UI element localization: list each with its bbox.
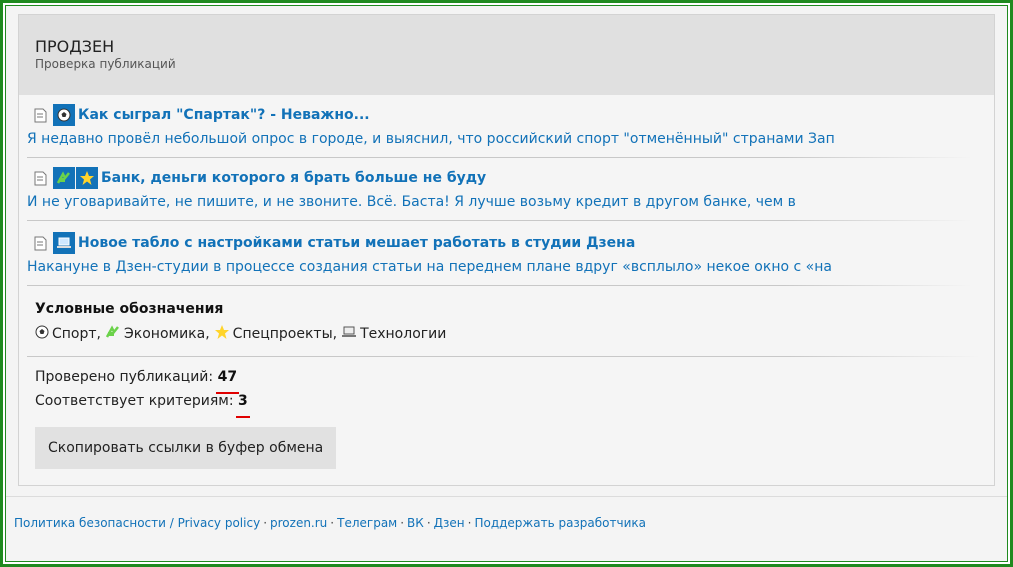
footer-separator: ·: [330, 516, 335, 530]
results-panel: ПРОДЗЕН Проверка публикаций Как сыграл "…: [18, 14, 995, 486]
footer-link-vk[interactable]: ВК: [407, 516, 424, 530]
footer-link-support[interactable]: Поддержать разработчика: [474, 516, 646, 530]
technology-icon: [341, 325, 357, 343]
matching-count-value: 3: [236, 389, 250, 418]
legend: Условные обозначения Спорт, Экономика, С…: [19, 286, 994, 344]
footer-separator: ·: [467, 516, 472, 530]
footer-divider: [6, 496, 1007, 497]
footer: Политика безопасности / Privacy policy · p…: [14, 516, 646, 530]
legend-label: Спецпроекты,: [232, 326, 338, 342]
page-frame: ПРОДЗЕН Проверка публикаций Как сыграл "…: [5, 5, 1008, 562]
footer-link-site[interactable]: prozen.ru: [270, 516, 327, 530]
legend-label: Экономика,: [124, 326, 210, 342]
footer-separator: ·: [263, 516, 268, 530]
matching-count-label: Соответствует критериям:: [35, 393, 234, 409]
footer-separator: ·: [400, 516, 405, 530]
legend-label: Технологии: [360, 326, 447, 342]
document-icon: [33, 108, 48, 123]
checked-count-row: Проверено публикаций: 47: [35, 365, 978, 394]
technology-icon: [53, 232, 75, 254]
checked-count-value: 47: [215, 365, 240, 394]
footer-link-privacy[interactable]: Политика безопасности / Privacy policy: [14, 516, 260, 530]
document-icon: [33, 171, 48, 186]
article-title-link[interactable]: Новое табло с настройками статьи мешает …: [78, 235, 635, 251]
footer-link-dzen[interactable]: Дзен: [434, 516, 465, 530]
legend-label: Спорт,: [52, 326, 101, 342]
article-item: Как сыграл "Спартак"? - Неважно... Я нед…: [19, 95, 994, 158]
economy-icon: [53, 167, 75, 189]
special-projects-icon: [214, 324, 230, 344]
article-title-row: Как сыграл "Спартак"? - Неважно...: [33, 104, 986, 126]
footer-separator: ·: [426, 516, 431, 530]
panel-header: ПРОДЗЕН Проверка публикаций: [19, 15, 994, 95]
article-item: Банк, деньги которого я брать больше не …: [19, 158, 994, 221]
stats: Проверено публикаций: 47 Соответствует к…: [19, 357, 994, 418]
footer-link-telegram[interactable]: Телеграм: [337, 516, 397, 530]
copy-links-button[interactable]: Скопировать ссылки в буфер обмена: [35, 427, 337, 469]
article-title-row: Банк, деньги которого я брать больше не …: [33, 167, 986, 189]
article-excerpt[interactable]: Я недавно провёл небольшой опрос в город…: [27, 129, 847, 149]
article-item: Новое табло с настройками статьи мешает …: [19, 221, 994, 286]
document-icon: [33, 236, 48, 251]
checked-count-label: Проверено публикаций:: [35, 369, 214, 385]
article-title-link[interactable]: Как сыграл "Спартак"? - Неважно...: [78, 107, 370, 123]
app-title: ПРОДЗЕН: [35, 37, 115, 56]
special-projects-icon: [76, 167, 98, 189]
article-excerpt[interactable]: Накануне в Дзен-студии в процессе создан…: [27, 257, 847, 277]
matching-count-row: Соответствует критериям: 3: [35, 389, 978, 418]
app-subtitle: Проверка публикаций: [35, 57, 176, 71]
economy-icon: [105, 324, 121, 344]
sport-icon: [35, 325, 49, 343]
sport-icon: [53, 104, 75, 126]
legend-items: Спорт, Экономика, Спецпроекты, Технологи…: [35, 324, 978, 344]
article-excerpt[interactable]: И не уговаривайте, не пишите, и не звони…: [27, 192, 847, 212]
article-title-row: Новое табло с настройками статьи мешает …: [33, 232, 986, 254]
article-title-link[interactable]: Банк, деньги которого я брать больше не …: [101, 170, 486, 186]
legend-title: Условные обозначения: [35, 301, 224, 317]
